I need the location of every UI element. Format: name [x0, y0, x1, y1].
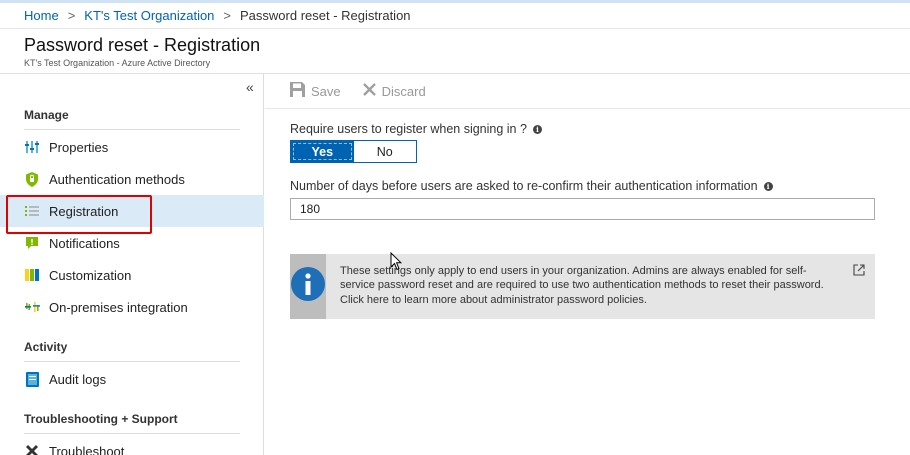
sidebar-item-authentication-methods[interactable]: Authentication methods — [0, 163, 264, 195]
properties-icon — [24, 139, 40, 155]
customization-icon — [24, 267, 40, 283]
info-icon[interactable]: i — [532, 124, 542, 134]
admin-policy-info-banner[interactable]: These settings only apply to end users i… — [290, 254, 875, 319]
discard-label: Discard — [381, 83, 426, 99]
page-subtitle: KT's Test Organization - Azure Active Di… — [24, 58, 211, 68]
section-title-activity: Activity — [24, 340, 68, 354]
sidebar-item-label: Properties — [49, 139, 109, 155]
days-field: Number of days before users are asked to… — [290, 179, 773, 193]
save-label: Save — [311, 83, 341, 99]
toolbar-divider — [265, 108, 910, 109]
collapse-sidebar-button[interactable]: « — [246, 79, 254, 95]
shield-icon — [24, 171, 40, 187]
toggle-no-option[interactable]: No — [353, 141, 416, 162]
section-title-troubleshooting: Troubleshooting + Support — [24, 412, 178, 426]
save-icon — [290, 82, 311, 100]
info-icon[interactable]: i — [763, 181, 773, 191]
breadcrumb: Home > KT's Test Organization > Password… — [24, 8, 411, 23]
section-title-manage: Manage — [24, 108, 69, 122]
sidebar-item-label: Notifications — [49, 235, 120, 251]
sidebar-item-label: Customization — [49, 267, 132, 283]
toggle-yes-option[interactable]: Yes — [291, 141, 354, 162]
book-icon — [24, 371, 40, 387]
discard-button[interactable]: Discard — [362, 83, 426, 99]
sidebar-item-label: Troubleshoot — [49, 443, 125, 455]
sidebar-item-label: Audit logs — [49, 371, 107, 387]
breadcrumb-separator: > — [67, 8, 76, 23]
sidebar-item-label: Authentication methods — [49, 171, 185, 187]
header-divider — [0, 28, 910, 29]
sidebar: « Manage Properties Authentication metho… — [0, 74, 264, 455]
breadcrumb-separator: > — [223, 8, 232, 23]
sidebar-item-on-premises-integration[interactable]: On-premises integration — [0, 291, 264, 323]
command-bar: Save Discard — [290, 82, 448, 100]
page-title: Password reset - Registration — [24, 35, 261, 55]
require-register-field: Require users to register when signing i… — [290, 122, 542, 136]
breadcrumb-current: Password reset - Registration — [240, 8, 411, 23]
info-circle-icon — [290, 266, 326, 307]
section-divider — [24, 129, 240, 130]
mouse-cursor-icon — [390, 251, 403, 277]
discard-icon — [362, 83, 382, 99]
notification-icon — [24, 235, 40, 251]
section-divider — [24, 361, 240, 362]
breadcrumb-home[interactable]: Home — [24, 8, 59, 23]
info-banner-icon-area — [290, 254, 326, 319]
top-accent-line — [0, 0, 910, 3]
save-button[interactable]: Save — [290, 82, 341, 100]
sidebar-item-label: On-premises integration — [49, 299, 188, 315]
sidebar-item-properties[interactable]: Properties — [0, 131, 264, 163]
external-link-icon[interactable] — [853, 263, 865, 281]
info-banner-message: These settings only apply to end users i… — [340, 265, 824, 306]
section-divider — [24, 433, 240, 434]
sidebar-item-troubleshoot[interactable]: Troubleshoot — [0, 435, 264, 455]
require-register-toggle[interactable]: Yes No — [290, 140, 417, 163]
tools-icon — [24, 443, 40, 455]
sidebar-item-audit-logs[interactable]: Audit logs — [0, 363, 264, 395]
sync-icon — [24, 299, 40, 315]
days-label: Number of days before users are asked to… — [290, 179, 758, 193]
breadcrumb-organization[interactable]: KT's Test Organization — [84, 8, 214, 23]
days-input[interactable]: 180 — [290, 198, 875, 220]
sidebar-item-customization[interactable]: Customization — [0, 259, 264, 291]
require-register-label: Require users to register when signing i… — [290, 122, 527, 136]
registration-highlight-annotation — [6, 195, 152, 234]
